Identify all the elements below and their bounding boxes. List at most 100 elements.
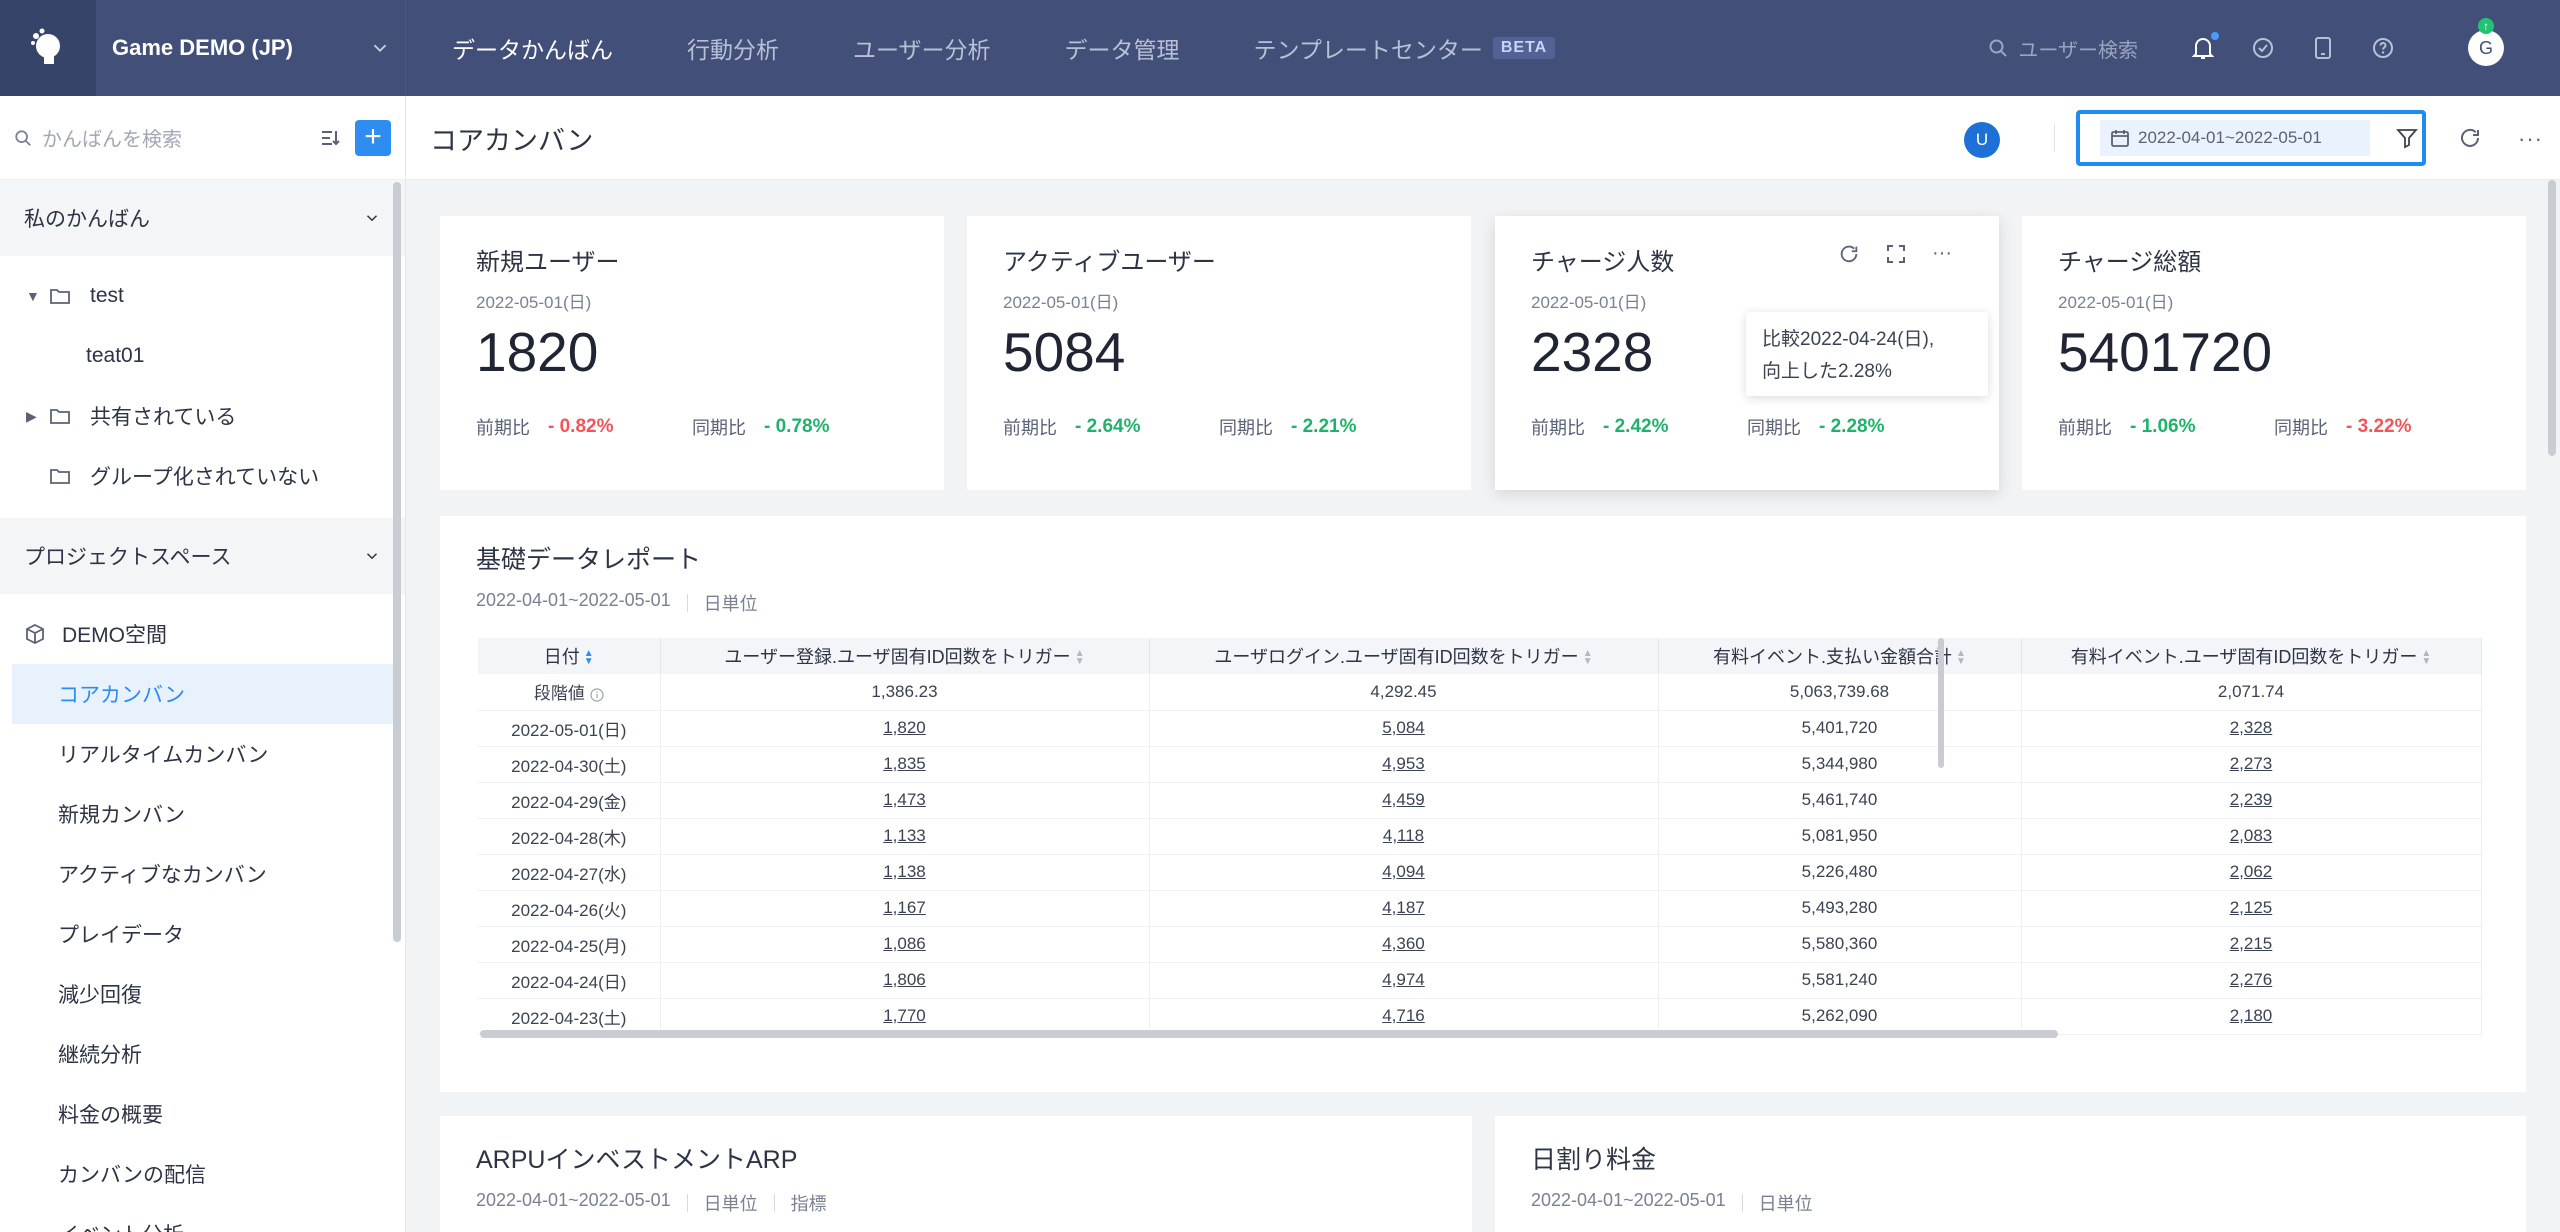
value-link[interactable]: 4,360 — [1149, 926, 1659, 963]
more-options-icon[interactable]: ··· — [1932, 242, 1952, 265]
board-delivery[interactable]: カンバンの配信 — [0, 1144, 405, 1204]
board-new[interactable]: 新規カンバン — [0, 784, 405, 844]
column-header-date[interactable]: 日付 ▲ ▼ — [478, 638, 661, 674]
nav-template-center[interactable]: テンプレートセンター BETA — [1254, 0, 1556, 96]
value-link[interactable]: 5,084 — [1149, 710, 1659, 747]
board-teat01[interactable]: teat01 — [0, 326, 405, 386]
value-link[interactable]: 2,273 — [2021, 746, 2482, 783]
nav-data-management[interactable]: データ管理 — [1065, 0, 1180, 96]
value-link[interactable]: 4,974 — [1149, 962, 1659, 999]
refresh-icon[interactable] — [1838, 243, 1860, 265]
column-label: 日付 — [543, 647, 580, 667]
value-link[interactable]: 1,806 — [660, 962, 1150, 999]
board-event-analysis[interactable]: イベント分析 — [0, 1204, 405, 1232]
date-range-filter[interactable]: 2022-04-01~2022-05-01 — [2076, 110, 2426, 166]
value-link[interactable]: 2,083 — [2021, 818, 2482, 855]
date-range-picker[interactable]: 2022-04-01~2022-05-01 — [2100, 120, 2370, 156]
chevron-down-icon — [373, 44, 387, 53]
value-link[interactable]: 4,118 — [1149, 818, 1659, 855]
value-link[interactable]: 2,328 — [2021, 710, 2482, 747]
value-link[interactable]: 1,473 — [660, 782, 1150, 819]
folder-ungrouped[interactable]: グループ化されていない — [0, 446, 405, 506]
tasks-button[interactable] — [2250, 35, 2276, 61]
table-horizontal-scrollbar[interactable] — [480, 1030, 2058, 1038]
value-link[interactable]: 1,133 — [660, 818, 1150, 855]
my-kanban-section[interactable]: 私のかんばん — [0, 180, 405, 256]
daily-fee-card[interactable]: 日割り料金 2022-04-01~2022-05-01 日単位 — [1495, 1116, 2526, 1232]
add-kanban-button[interactable]: + — [355, 119, 391, 156]
more-options-icon[interactable]: ··· — [2518, 126, 2543, 152]
board-realtime[interactable]: リアルタイムカンバン — [0, 724, 405, 784]
value-link[interactable]: 2,215 — [2021, 926, 2482, 963]
board-active[interactable]: アクティブなカンバン — [0, 844, 405, 904]
mobile-button[interactable] — [2310, 35, 2336, 61]
kpi-card-new-users[interactable]: 新規ユーザー 2022-05-01(日) 1820 前期比 - 0.82% 同期比… — [440, 216, 944, 490]
nav-label: ユーザー分析 — [853, 37, 991, 63]
sidebar-scrollbar[interactable] — [393, 182, 401, 942]
refresh-icon[interactable] — [2458, 126, 2482, 150]
column-header-payment-users[interactable]: 有料イベント.ユーザ固有ID回数をトリガー ▲ ▼ — [2021, 638, 2482, 674]
report-range: 2022-04-01~2022-05-01 — [476, 590, 671, 610]
value-link[interactable]: 2,125 — [2021, 890, 2482, 927]
card-granularity: 日単位 — [1758, 1194, 1813, 1214]
space-demo[interactable]: DEMO空間 — [0, 604, 405, 664]
value-link[interactable]: 1,167 — [660, 890, 1150, 927]
notification-button[interactable] — [2190, 32, 2219, 61]
fullscreen-icon[interactable] — [1886, 244, 1906, 264]
board-retention[interactable]: 継続分析 — [0, 1024, 405, 1084]
folder-test[interactable]: ▼ test — [0, 266, 405, 326]
value-link[interactable]: 1,138 — [660, 854, 1150, 891]
value-link[interactable]: 4,953 — [1149, 746, 1659, 783]
value-link[interactable]: 2,062 — [2021, 854, 2482, 891]
column-header-login[interactable]: ユーザログイン.ユーザ固有ID回数をトリガー ▲ ▼ — [1149, 638, 1659, 674]
user-search[interactable]: ユーザー検索 — [1988, 34, 2138, 63]
notification-dot — [2211, 32, 2219, 40]
caret-down-icon: ▼ — [26, 288, 40, 304]
page-scrollbar[interactable] — [2548, 180, 2556, 456]
kanban-search-input[interactable]: かんばんを検索 — [42, 123, 319, 152]
column-header-payment-sum[interactable]: 有料イベント.支払い金額合計 ▲ ▼ — [1658, 638, 2022, 674]
info-icon[interactable] — [590, 688, 604, 702]
column-header-register[interactable]: ユーザー登録.ユーザ固有ID回数をトリガー ▲ ▼ — [660, 638, 1150, 674]
arpu-card[interactable]: ARPUインベストメントARP 2022-04-01~2022-05-01 日単… — [440, 1116, 1472, 1232]
project-space-section[interactable]: プロジェクトスペース — [0, 518, 405, 594]
nav-user-analysis[interactable]: ユーザー分析 — [853, 0, 991, 96]
nav-data-kanban[interactable]: データかんばん — [452, 0, 613, 96]
value-link[interactable]: 1,820 — [660, 710, 1150, 747]
filter-icon[interactable] — [2396, 127, 2418, 149]
folder-label: 共有されている — [90, 406, 237, 429]
logo[interactable] — [0, 0, 96, 96]
upgrade-arrow-icon: ↑ — [2478, 18, 2494, 34]
chevron-down-icon — [366, 553, 378, 560]
kpi-date: 2022-05-01(日) — [476, 293, 592, 312]
value-link[interactable]: 1,835 — [660, 746, 1150, 783]
folder-shared[interactable]: ▶ 共有されている — [0, 386, 405, 446]
user-avatar[interactable]: ↑ G — [2468, 18, 2504, 66]
value-link[interactable]: 4,187 — [1149, 890, 1659, 927]
board-label: teat01 — [86, 344, 145, 367]
list-sort-icon[interactable] — [319, 127, 341, 149]
kpi-card-active-users[interactable]: アクティブユーザー 2022-05-01(日) 5084 前期比 - 2.64% … — [967, 216, 1471, 490]
cube-icon — [26, 623, 44, 645]
value-link[interactable]: 4,716 — [1149, 998, 1659, 1035]
board-recovery[interactable]: 減少回復 — [0, 964, 405, 1024]
board-core-kanban[interactable]: コアカンバン — [12, 664, 393, 724]
table-vertical-scrollbar[interactable] — [1938, 638, 1944, 768]
value-link[interactable]: 1,770 — [660, 998, 1150, 1035]
value-link[interactable]: 4,459 — [1149, 782, 1659, 819]
help-button[interactable] — [2370, 35, 2396, 61]
value-link[interactable]: 4,094 — [1149, 854, 1659, 891]
value-link[interactable]: 2,239 — [2021, 782, 2482, 819]
value-link[interactable]: 1,086 — [660, 926, 1150, 963]
kpi-card-charge-total[interactable]: チャージ総額 2022-05-01(日) 5401720 前期比 - 1.06% … — [2022, 216, 2526, 490]
board-play-data[interactable]: プレイデータ — [0, 904, 405, 964]
nav-behavior-analysis[interactable]: 行動分析 — [687, 0, 779, 96]
value-link[interactable]: 2,276 — [2021, 962, 2482, 999]
table-row: 2022-04-27(水) 1,138 4,094 5,226,480 2,062 — [478, 854, 2482, 891]
project-selector[interactable]: Game DEMO (JP) — [96, 0, 406, 96]
board-fee-overview[interactable]: 料金の概要 — [0, 1084, 405, 1144]
compare-number: 2.28% — [1830, 416, 1885, 437]
value-link[interactable]: 2,180 — [2021, 998, 2482, 1035]
owner-avatar[interactable]: U — [1964, 122, 2000, 158]
stage-value-row: 段階値 1,386.23 4,292.45 5,063,739.68 2,071… — [478, 674, 2482, 711]
